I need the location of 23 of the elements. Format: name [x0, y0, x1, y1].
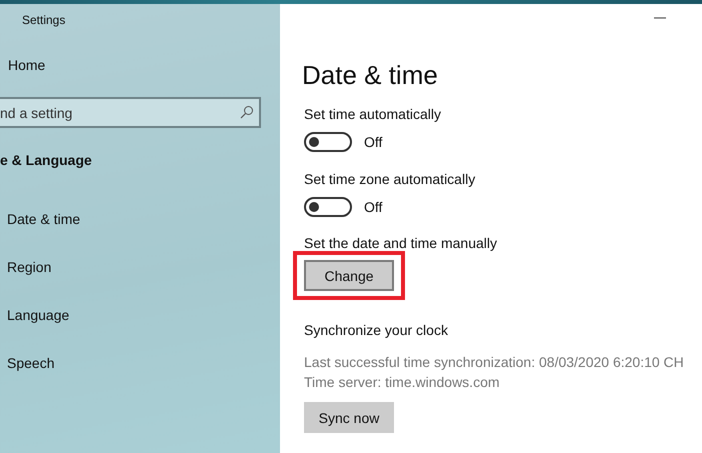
nav-item[interactable]: Speech: [7, 355, 80, 372]
setting-label: Set the date and time manually: [304, 235, 498, 251]
change-button[interactable]: Change: [304, 260, 394, 291]
minimize-button[interactable]: —: [654, 10, 666, 30]
setting-label: Set time automatically: [304, 106, 441, 122]
nav-item[interactable]: Date & time: [7, 211, 80, 228]
page-title: Date & time: [302, 60, 438, 90]
setting-label: Set time zone automatically: [304, 171, 476, 187]
time-server-text: Time server: time.windows.com: [304, 373, 500, 392]
toggle-state: Off: [364, 199, 382, 215]
window-title: Settings: [22, 13, 66, 27]
toggle-state: Off: [364, 134, 382, 150]
search-icon: [240, 105, 254, 119]
toggle-switch[interactable]: [304, 132, 352, 152]
home-link[interactable]: Home: [8, 57, 46, 73]
nav-item[interactable]: Region: [7, 259, 80, 276]
search-field[interactable]: nd a setting: [0, 97, 261, 128]
sync-status-text: Last successful time synchronization: 08/03/2020 6:20:10 CH: [304, 353, 684, 372]
section-heading: Synchronize your clock: [304, 322, 448, 338]
nav-item[interactable]: Language: [7, 307, 80, 324]
toggle-switch[interactable]: [304, 197, 352, 217]
section-heading: e & Language: [0, 152, 92, 168]
sync-now-button[interactable]: Sync now: [304, 402, 394, 433]
